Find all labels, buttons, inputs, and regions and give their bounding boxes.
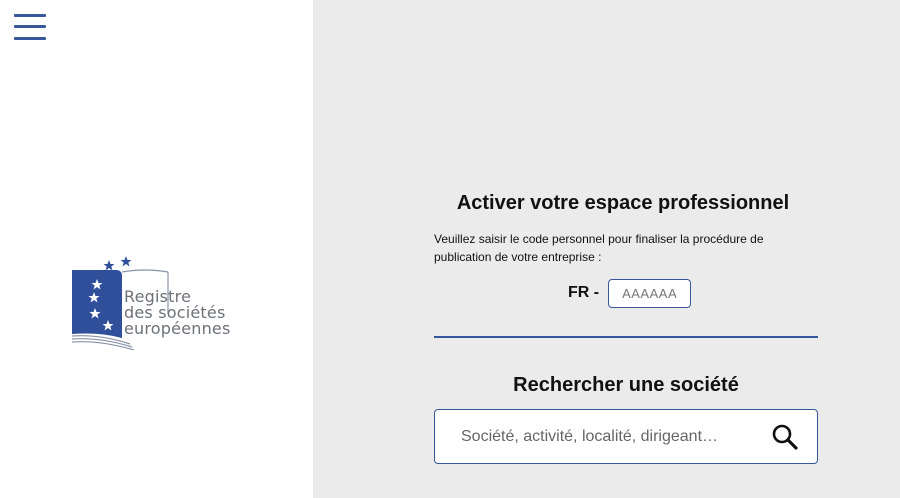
left-panel: Registre des sociétés européennes	[0, 0, 313, 498]
section-divider	[434, 336, 818, 338]
search-title: Rechercher une société	[513, 374, 739, 396]
menu-bar	[14, 37, 46, 40]
activate-title: Activer votre espace professionnel	[456, 192, 790, 214]
search-icon[interactable]	[771, 423, 799, 451]
personal-code-input[interactable]	[608, 278, 692, 308]
hamburger-menu-icon[interactable]	[14, 13, 47, 41]
activate-section: Activer votre espace professionnel Veuil…	[434, 190, 818, 308]
menu-bar	[14, 14, 46, 17]
logo-line: européennes	[124, 319, 231, 338]
search-box	[434, 409, 818, 464]
menu-bar	[14, 25, 46, 28]
activate-description: Veuillez saisir le code personnel pour f…	[434, 232, 764, 264]
code-row: FR -	[568, 277, 692, 309]
code-prefix: FR -	[568, 284, 600, 301]
registre-logo: Registre des sociétés européennes	[70, 254, 250, 350]
logo-wordmark: Registre des sociétés européennes	[124, 289, 231, 337]
company-search-input[interactable]	[459, 410, 763, 464]
